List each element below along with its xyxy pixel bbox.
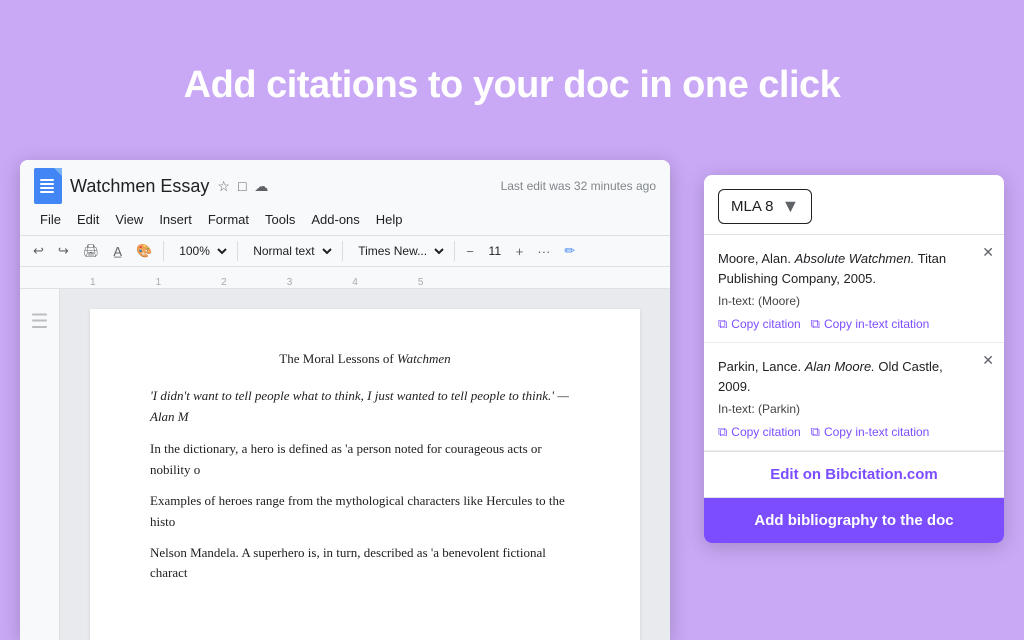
docs-body: ☰ The Moral Lessons of Watchmen 'I didn'… <box>20 289 670 640</box>
docs-icon-line-3 <box>40 187 54 189</box>
zoom-select[interactable]: 100% <box>170 240 231 262</box>
docs-icon-line-4 <box>40 191 54 193</box>
menu-addons[interactable]: Add-ons <box>305 210 365 229</box>
toolbar-divider-1 <box>163 241 164 261</box>
citation-close-1[interactable]: ✕ <box>982 245 994 259</box>
doc-title: Watchmen Essay <box>70 176 209 197</box>
copy-intext-icon-1: ⧉ <box>811 316 820 332</box>
style-select[interactable]: Normal text <box>244 240 336 262</box>
docs-titlebar: Watchmen Essay ☆ □ ☁ Last edit was 32 mi… <box>20 160 670 236</box>
cloud-icon[interactable]: ☁ <box>254 178 268 195</box>
redo-button[interactable]: ↪ <box>53 240 74 262</box>
increase-font-button[interactable]: + <box>511 241 529 262</box>
menu-view[interactable]: View <box>109 210 149 229</box>
docs-toolbar: ↩ ↪ 🖨 A̲ 🎨 100% Normal text Times New...… <box>20 236 670 267</box>
document-quote: 'I didn't want to tell people what to th… <box>150 386 580 428</box>
document-para1: In the dictionary, a hero is defined as … <box>150 439 580 481</box>
docs-page: The Moral Lessons of Watchmen 'I didn't … <box>90 309 640 640</box>
menu-insert[interactable]: Insert <box>153 210 198 229</box>
docs-ruler: 112345 <box>20 267 670 289</box>
citation-actions-1: ⧉ Copy citation ⧉ Copy in-text citation <box>718 316 990 332</box>
toolbar-divider-2 <box>237 241 238 261</box>
menu-edit[interactable]: Edit <box>71 210 105 229</box>
toolbar-divider-3 <box>342 241 343 261</box>
sidebar-page-icon: ☰ <box>31 309 49 334</box>
toolbar-divider-4 <box>454 241 455 261</box>
copy-intext-label-1: Copy in-text citation <box>824 317 929 331</box>
citation-entry-1: ✕ Moore, Alan. Absolute Watchmen. Titan … <box>704 235 1004 343</box>
citation-panel: MLA 8 ▼ ✕ Moore, Alan. Absolute Watchmen… <box>704 175 1004 543</box>
citation-list: ✕ Moore, Alan. Absolute Watchmen. Titan … <box>704 235 1004 451</box>
copy-intext-icon-2: ⧉ <box>811 424 820 440</box>
paintformat-button[interactable]: 🎨 <box>131 240 157 262</box>
font-size-display: 11 <box>483 244 507 258</box>
menu-help[interactable]: Help <box>370 210 409 229</box>
font-select[interactable]: Times New... <box>349 240 448 262</box>
print-button[interactable]: 🖨 <box>78 240 105 262</box>
star-icon[interactable]: ☆ <box>217 178 230 195</box>
copy-icon-2: ⧉ <box>718 424 727 440</box>
copy-citation-btn-1[interactable]: ⧉ Copy citation <box>718 316 801 332</box>
citation-text-2: Parkin, Lance. Alan Moore. Old Castle, 2… <box>718 357 990 396</box>
decrease-font-button[interactable]: − <box>461 241 479 262</box>
menu-file[interactable]: File <box>34 210 67 229</box>
more-options-button[interactable]: ··· <box>532 241 555 262</box>
citation-style-dropdown[interactable]: MLA 8 ▼ <box>718 189 812 224</box>
citation-intext-1: In-text: (Moore) <box>718 294 990 308</box>
copy-intext-btn-2[interactable]: ⧉ Copy in-text citation <box>811 424 930 440</box>
citation-style-label: MLA 8 <box>731 198 774 215</box>
headline: Add citations to your doc in one click <box>184 64 841 107</box>
copy-intext-label-2: Copy in-text citation <box>824 425 929 439</box>
docs-page-area: The Moral Lessons of Watchmen 'I didn't … <box>60 289 670 640</box>
document-para3: Nelson Mandela. A superhero is, in turn,… <box>150 543 580 585</box>
copy-citation-label-1: Copy citation <box>731 317 800 331</box>
menu-format[interactable]: Format <box>202 210 255 229</box>
dropdown-arrow-icon: ▼ <box>782 196 800 217</box>
document-title-line: The Moral Lessons of Watchmen <box>150 349 580 370</box>
spellcheck-button[interactable]: A̲ <box>108 241 127 262</box>
citation-actions-2: ⧉ Copy citation ⧉ Copy in-text citation <box>718 424 990 440</box>
docs-icon-line-1 <box>40 179 54 181</box>
edit-bibcitation-button[interactable]: Edit on Bibcitation.com <box>704 452 1004 498</box>
hero-background: Add citations to your doc in one click <box>0 0 1024 170</box>
google-docs-icon <box>34 168 62 204</box>
drive-icon[interactable]: □ <box>238 178 246 194</box>
citation-close-2[interactable]: ✕ <box>982 353 994 367</box>
docs-menu-row: File Edit View Insert Format Tools Add-o… <box>34 208 656 235</box>
docs-title-row: Watchmen Essay ☆ □ ☁ Last edit was 32 mi… <box>34 168 656 204</box>
menu-tools[interactable]: Tools <box>259 210 301 229</box>
edit-mode-button[interactable]: ✏ <box>559 240 580 262</box>
docs-icon-line-2 <box>40 183 54 185</box>
last-edit: Last edit was 32 minutes ago <box>501 179 656 193</box>
citation-text-1: Moore, Alan. Absolute Watchmen. Titan Pu… <box>718 249 990 288</box>
copy-citation-btn-2[interactable]: ⧉ Copy citation <box>718 424 801 440</box>
undo-button[interactable]: ↩ <box>28 240 49 262</box>
copy-intext-btn-1[interactable]: ⧉ Copy in-text citation <box>811 316 930 332</box>
copy-citation-label-2: Copy citation <box>731 425 800 439</box>
docs-sidebar-left: ☰ <box>20 289 60 640</box>
copy-icon-1: ⧉ <box>718 316 727 332</box>
document-para2: Examples of heroes range from the mythol… <box>150 491 580 533</box>
citation-entry-2: ✕ Parkin, Lance. Alan Moore. Old Castle,… <box>704 343 1004 451</box>
docs-icon-lines <box>40 179 54 193</box>
docs-title-icons: ☆ □ ☁ <box>217 178 268 195</box>
citation-footer: Edit on Bibcitation.com Add bibliography… <box>704 451 1004 543</box>
docs-window: Watchmen Essay ☆ □ ☁ Last edit was 32 mi… <box>20 160 670 640</box>
add-bibliography-button[interactable]: Add bibliography to the doc <box>704 498 1004 543</box>
citation-intext-2: In-text: (Parkin) <box>718 402 990 416</box>
ruler-numbers: 112345 <box>80 277 423 288</box>
citation-header: MLA 8 ▼ <box>704 175 1004 235</box>
